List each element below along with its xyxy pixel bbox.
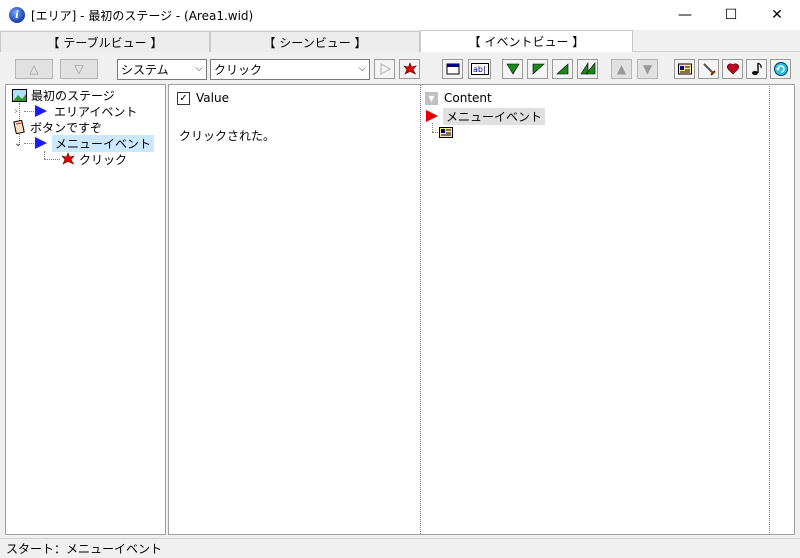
tree-connector [44, 159, 60, 160]
tree-connector [24, 142, 34, 144]
card-icon [439, 127, 453, 138]
flag-double-icon[interactable] [577, 59, 598, 79]
tree-item-label: 最初のステージ [31, 88, 115, 103]
content-header-label: Content [444, 91, 492, 105]
window-title: [エリア] - 最初のステージ - (Area1.wid) [31, 8, 254, 23]
tree-connector [432, 123, 433, 132]
flag-left-icon[interactable] [527, 59, 548, 79]
tab-event-view[interactable]: 【 イベントビュー 】 [420, 30, 633, 52]
toolbar: △ ▽ システム ⌵ クリック ⌵ ab| ▲ ▼ [0, 52, 800, 84]
value-header: ✓ Value [177, 91, 229, 105]
value-checkbox[interactable]: ✓ [177, 91, 190, 105]
app-icon: i [9, 7, 25, 23]
status-bar: スタート：メニューイベント [0, 538, 800, 558]
content-item-card[interactable] [439, 127, 453, 141]
content-panel: ▼ Content メニューイベント [421, 84, 795, 535]
flag-right-icon[interactable] [552, 59, 573, 79]
heart-icon[interactable] [722, 59, 743, 79]
blue-flag-icon [35, 137, 47, 149]
title-bar: i [エリア] - 最初のステージ - (Area1.wid) — ☐ ✕ [0, 0, 800, 30]
star-burst-icon[interactable] [399, 59, 420, 79]
play-icon[interactable] [374, 59, 395, 79]
tree-item-label: メニューイベント [52, 134, 155, 152]
content-item-menu-event[interactable]: メニューイベント [425, 107, 546, 125]
tree-connector [44, 151, 45, 159]
value-text: クリックされた。 [179, 129, 276, 143]
tree-item-menu-event[interactable]: ⌄ メニューイベント [14, 134, 155, 152]
close-button[interactable]: ✕ [754, 0, 800, 30]
right-margin-guide [769, 86, 770, 535]
scroll-icon [13, 120, 25, 134]
content-item-label: メニューイベント [443, 107, 546, 125]
tab-table-view[interactable]: 【 テーブルビュー 】 [0, 31, 210, 52]
content-header: ▼ Content [425, 91, 492, 105]
tab-scene-view[interactable]: 【 シーンビュー 】 [210, 31, 420, 52]
value-panel: ✓ Value クリックされた。 [168, 84, 421, 535]
down-button[interactable]: ▽ [60, 59, 98, 79]
refresh-icon[interactable] [770, 59, 791, 79]
svg-text:ab|: ab| [473, 65, 486, 74]
landscape-icon [12, 88, 27, 102]
chevron-right-icon[interactable]: › [14, 106, 24, 117]
value-header-label: Value [196, 91, 229, 105]
view-tabs: 【 テーブルビュー 】 【 シーンビュー 】 【 イベントビュー 】 [0, 30, 800, 52]
category-select-value: システム [121, 63, 169, 77]
chevron-down-icon: ⌵ [195, 63, 203, 74]
tree-item-button[interactable]: ボタンですぞ [12, 119, 102, 135]
card-icon[interactable] [674, 59, 695, 79]
move-down-button[interactable]: ▼ [637, 59, 658, 79]
tree-item-label: クリック [79, 152, 128, 167]
red-flag-icon [426, 110, 438, 122]
chevron-down-icon[interactable]: ⌄ [14, 138, 24, 149]
maximize-button[interactable]: ☐ [708, 0, 754, 30]
window-controls: — ☐ ✕ [662, 0, 800, 30]
tree-item-area-event[interactable]: › エリアイベント [14, 103, 137, 119]
tree-item-label: エリアイベント [54, 104, 138, 119]
event-select[interactable]: クリック ⌵ [210, 59, 370, 80]
flag-down-left-icon[interactable] [502, 59, 523, 79]
text-field-icon[interactable]: ab| [468, 59, 491, 79]
chevron-down-icon[interactable]: ▼ [425, 91, 438, 105]
tree-connector [24, 110, 34, 112]
music-note-icon[interactable] [746, 59, 767, 79]
tree-item-click[interactable]: クリック [61, 151, 127, 167]
window-icon[interactable] [442, 59, 463, 79]
status-text: スタート：メニューイベント [6, 542, 163, 556]
category-select[interactable]: システム ⌵ [117, 59, 207, 80]
move-up-button[interactable]: ▲ [611, 59, 632, 79]
event-tree-panel: 最初のステージ › エリアイベント ボタンですぞ ⌄ メニューイベント クリック [5, 84, 166, 535]
blue-flag-icon [35, 105, 47, 117]
chevron-down-icon: ⌵ [358, 63, 366, 74]
star-burst-icon [61, 152, 75, 165]
minimize-button[interactable]: — [662, 0, 708, 30]
event-select-value: クリック [214, 63, 263, 77]
tree-connector [432, 132, 438, 133]
up-button[interactable]: △ [15, 59, 53, 79]
sword-icon[interactable] [698, 59, 719, 79]
tree-item-root[interactable]: 最初のステージ [12, 87, 115, 103]
tree-item-label: ボタンですぞ [30, 120, 103, 135]
